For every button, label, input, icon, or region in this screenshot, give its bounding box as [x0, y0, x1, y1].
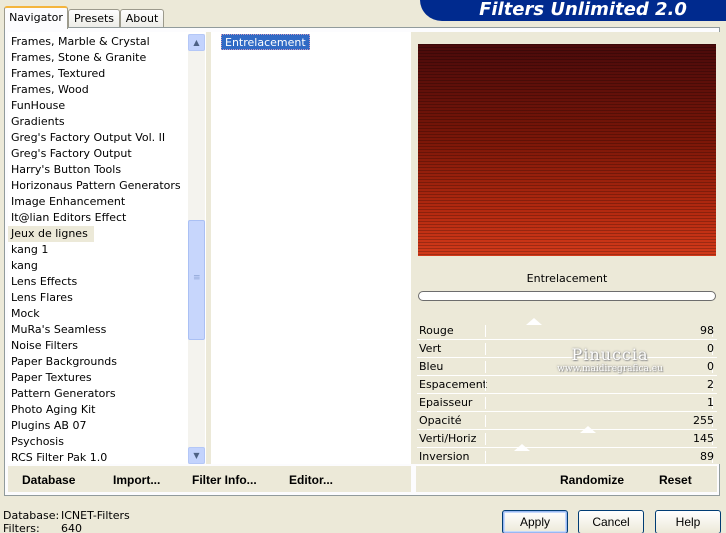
status-database-label: Database: — [3, 509, 60, 522]
filter-info-button[interactable]: Filter Info... — [192, 472, 257, 488]
category-item[interactable]: Pattern Generators — [8, 386, 188, 402]
category-item[interactable]: Lens Flares — [8, 290, 188, 306]
param-row: Espacement 2 — [417, 376, 717, 394]
category-item[interactable]: Greg's Factory Output — [8, 146, 188, 162]
randomize-button[interactable]: Randomize — [560, 472, 624, 488]
param-label: Verti/Horiz — [419, 432, 477, 445]
category-item[interactable]: Mock — [8, 306, 188, 322]
param-value: 255 — [693, 414, 714, 427]
param-row: Rouge 98 — [417, 318, 717, 340]
slider-thumb[interactable] — [526, 318, 542, 325]
slider-thumb[interactable] — [580, 426, 596, 433]
tab-presets[interactable]: Presets — [68, 9, 120, 28]
status-filters-label: Filters: — [3, 522, 40, 533]
arrow-down-icon[interactable]: ▼ — [188, 447, 205, 464]
status-database-value: ICNET-Filters — [61, 509, 130, 522]
param-row: Epaisseur 1 — [417, 394, 717, 412]
status-area: Database: ICNET-Filters Filters: 640 — [3, 509, 130, 533]
tab-about[interactable]: About — [120, 9, 164, 28]
category-item[interactable]: Frames, Textured — [8, 66, 188, 82]
param-slider[interactable] — [485, 318, 713, 337]
category-item[interactable]: Frames, Marble & Crystal — [8, 34, 188, 50]
param-value: 98 — [700, 324, 714, 337]
param-label: Epaisseur — [419, 396, 473, 409]
param-slider[interactable] — [485, 415, 713, 427]
category-item[interactable]: Psychosis — [8, 434, 188, 450]
arrow-up-icon[interactable]: ▲ — [188, 34, 205, 51]
param-label: Opacité — [419, 414, 462, 427]
category-item[interactable]: Image Enhancement — [8, 194, 188, 210]
import-button[interactable]: Import... — [113, 472, 160, 488]
database-button[interactable]: Database — [22, 472, 75, 488]
param-row: Vert 0 — [417, 340, 717, 358]
category-item[interactable]: Jeux de lignes — [8, 226, 94, 242]
param-row: Opacité 255 — [417, 412, 717, 430]
category-item[interactable]: kang — [8, 258, 188, 274]
category-item[interactable]: Greg's Factory Output Vol. II — [8, 130, 188, 146]
preview-filter-name: Entrelacement — [526, 272, 608, 285]
category-item[interactable]: It@lian Editors Effect — [8, 210, 188, 226]
param-value: 0 — [707, 342, 714, 355]
category-item[interactable]: Gradients — [8, 114, 188, 130]
param-row: Bleu 0 — [417, 358, 717, 376]
parameter-list: Rouge 98 Vert 0 Bleu 0 Espacement 2 Epaisseur 1 Op… — [417, 318, 717, 466]
preview-image — [418, 44, 716, 256]
editor-button[interactable]: Editor... — [289, 472, 333, 488]
grip-icon: ≡ — [193, 273, 201, 283]
category-list-pane: Frames, Marble & Crystal Frames, Stone & … — [8, 32, 206, 464]
param-value: 2 — [707, 378, 714, 391]
category-scrollbar[interactable]: ▲ ≡ ▼ — [188, 34, 205, 464]
category-item[interactable]: Frames, Wood — [8, 82, 188, 98]
category-list: Frames, Marble & Crystal Frames, Stone & … — [8, 34, 188, 466]
tab-navigator[interactable]: Navigator — [4, 6, 68, 29]
category-item[interactable]: Horizonaus Pattern Generators — [8, 178, 188, 194]
param-label: Espacement — [419, 378, 487, 391]
category-item[interactable]: RCS Filter Pak 1.0 — [8, 450, 188, 466]
param-value: 145 — [693, 432, 714, 445]
category-item[interactable]: Paper Backgrounds — [8, 354, 188, 370]
param-slider[interactable] — [485, 343, 713, 355]
reset-button[interactable]: Reset — [659, 472, 692, 488]
filter-list-pane: Entrelacement — [211, 32, 411, 464]
scrollbar-thumb[interactable]: ≡ — [188, 220, 205, 340]
category-item[interactable]: FunHouse — [8, 98, 188, 114]
param-slider[interactable] — [485, 397, 713, 409]
param-row: Verti/Horiz 145 — [417, 426, 717, 448]
category-item[interactable]: Plugins AB 07 — [8, 418, 188, 434]
category-item[interactable]: Photo Aging Kit — [8, 402, 188, 418]
param-label: Bleu — [419, 360, 444, 373]
param-row: Inversion 89 — [417, 444, 717, 466]
category-item[interactable]: Noise Filters — [8, 338, 188, 354]
category-item[interactable]: Lens Effects — [8, 274, 188, 290]
param-value: 1 — [707, 396, 714, 409]
category-item[interactable]: Paper Textures — [8, 370, 188, 386]
category-item[interactable]: Frames, Stone & Granite — [8, 50, 188, 66]
category-item[interactable]: MuRa's Seamless — [8, 322, 188, 338]
param-value: 0 — [707, 360, 714, 373]
help-button[interactable]: Help — [655, 510, 721, 533]
slider-thumb[interactable] — [514, 444, 530, 451]
param-label: Vert — [419, 342, 442, 355]
status-filters-value: 640 — [61, 522, 82, 533]
param-slider[interactable] — [485, 444, 713, 463]
apply-button[interactable]: Apply — [502, 510, 568, 533]
progress-bar — [418, 291, 716, 301]
param-slider[interactable] — [485, 379, 713, 391]
app-title-banner: Filters Unlimited 2.0 — [420, 0, 726, 21]
cancel-button[interactable]: Cancel — [578, 510, 644, 533]
category-item[interactable]: Harry's Button Tools — [8, 162, 188, 178]
category-item[interactable]: kang 1 — [8, 242, 188, 258]
param-slider[interactable] — [485, 361, 713, 373]
param-label: Inversion — [419, 450, 470, 463]
param-value: 89 — [700, 450, 714, 463]
param-label: Rouge — [419, 324, 454, 337]
filter-item-entrelacement[interactable]: Entrelacement — [221, 34, 310, 50]
